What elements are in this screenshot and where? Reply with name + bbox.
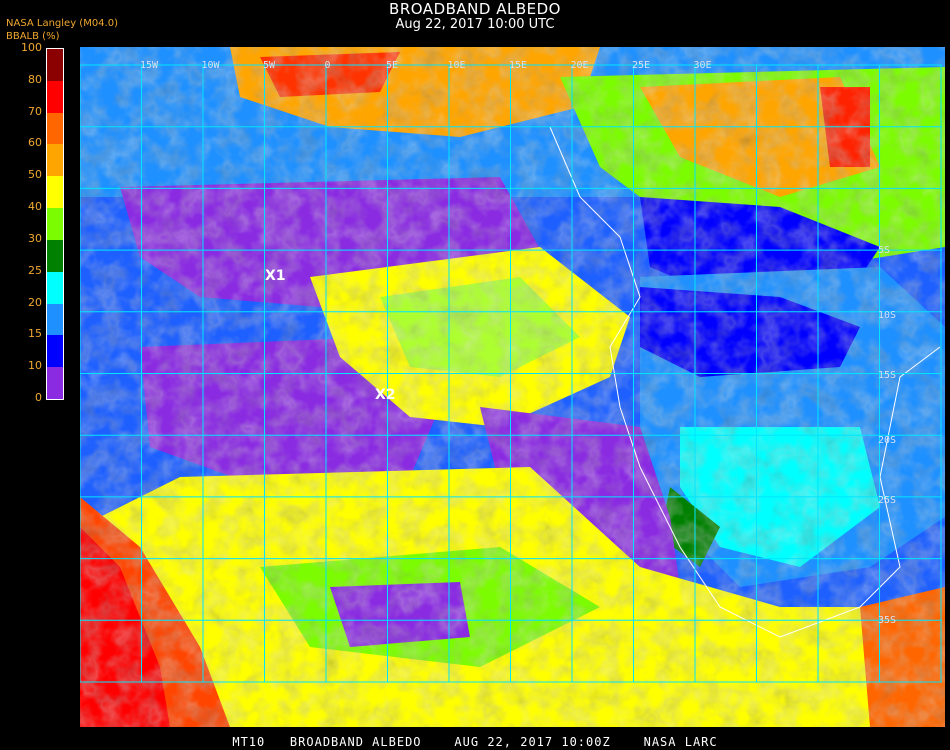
grid-lat-label: 5S — [878, 245, 891, 256]
grid-lon-label: 5E — [386, 60, 399, 71]
colorbar-band — [47, 208, 63, 240]
colorbar-band — [47, 271, 63, 304]
colorbar — [46, 48, 64, 400]
colorbar-tick-label: 25 — [28, 263, 42, 277]
marker-x2: X2 — [375, 387, 396, 403]
grid-lat-label: 25S — [878, 495, 897, 506]
colorbar-tick-label: 15 — [28, 327, 42, 341]
grid-lat-label: 35S — [878, 615, 897, 626]
colorbar-band — [47, 49, 63, 81]
footer-caption: MT10 BROADBAND ALBEDO AUG 22, 2017 10:00… — [232, 735, 718, 749]
grid-lat-label: 15S — [878, 370, 897, 381]
marker-x1: X1 — [265, 268, 286, 284]
colorbar-band — [47, 367, 63, 399]
colorbar-band — [47, 239, 63, 272]
colorbar-tick-label: 20 — [28, 295, 42, 309]
map-timestamp: Aug 22, 2017 10:00 UTC — [395, 17, 555, 32]
grid-lon-label: 10E — [447, 60, 466, 71]
grid-lon-label: 10W — [201, 60, 220, 71]
grid-lon-label: 30E — [693, 60, 712, 71]
grid-lon-label: 25E — [632, 60, 651, 71]
grid-lon-label: 20E — [570, 60, 589, 71]
colorbar-tick-label: 70 — [28, 104, 42, 118]
colorbar-band — [47, 144, 63, 177]
grid-lat-label: 10S — [878, 310, 897, 321]
colorbar-tick-label: 30 — [28, 231, 42, 245]
colorbar-band — [47, 112, 63, 145]
colorbar-tick-label: 100 — [21, 41, 42, 54]
grid-lon-label: 0 — [324, 60, 331, 71]
colorbar-tick-label: 60 — [28, 136, 42, 150]
colorbar-band — [47, 176, 63, 209]
colorbar-band — [47, 335, 63, 368]
colorbar-tick-label: 0 — [35, 391, 42, 404]
grid-lat-label: 20S — [878, 435, 897, 446]
colorbar-band — [47, 303, 63, 336]
grid-lon-label: 5W — [263, 60, 276, 71]
grid-lon-label: 15W — [140, 60, 159, 71]
colorbar-tick-label: 50 — [28, 168, 42, 182]
colorbar-tick-label: 80 — [28, 72, 42, 86]
grid-lon-label: 15E — [509, 60, 528, 71]
source-label: NASA Langley (M04.0) — [6, 18, 118, 29]
colorbar-tick-label: 40 — [28, 200, 42, 214]
cloud-texture — [80, 47, 945, 727]
albedo-map — [80, 47, 945, 727]
colorbar-band — [47, 80, 63, 113]
colorbar-tick-label: 10 — [28, 359, 42, 373]
map-title: BROADBAND ALBEDO — [389, 0, 561, 18]
